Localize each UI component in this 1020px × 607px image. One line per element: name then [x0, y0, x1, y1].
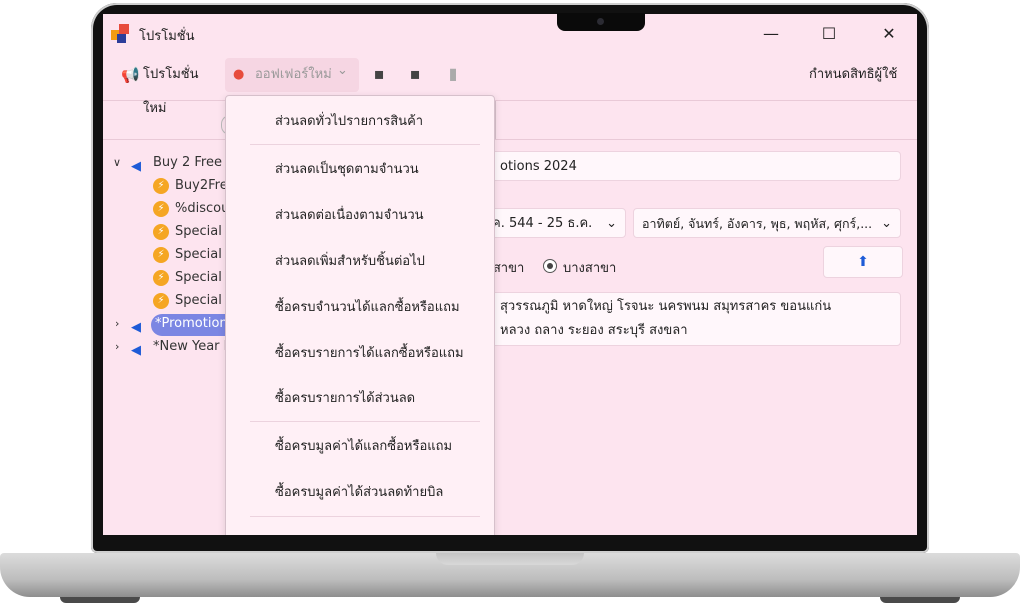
tab-divider — [495, 101, 496, 139]
menu-item-tiered-discount[interactable]: ส่วนลดต่อเนื่องตามจำนวน — [226, 194, 494, 238]
branch-list-box: สุวรรณภูมิ หาดใหญ่ โรจนะ นครพนม สมุทรสาค… — [481, 292, 901, 346]
maximize-button[interactable]: ☐ — [809, 20, 849, 48]
minimize-button[interactable]: — — [751, 20, 791, 48]
branch-some-label[interactable]: บางสาขา — [563, 257, 616, 278]
lightning-icon: ⚡ — [153, 293, 169, 309]
date-range-select[interactable]: ค. 544 - 25 ธ.ค. ⌄ — [481, 208, 626, 238]
lightning-icon: ⚡ — [153, 201, 169, 217]
menu-separator — [250, 421, 480, 422]
menu-item-qty-gift[interactable]: ซื้อครบจำนวนได้แลกซื้อหรือแถม — [226, 286, 494, 330]
date-range-value: ค. 544 - 25 ธ.ค. — [492, 216, 593, 231]
trash-icon[interactable]: ▮ — [444, 65, 462, 83]
chevron-right-icon[interactable]: › — [115, 336, 127, 358]
megaphone-icon: ◀ — [131, 159, 141, 174]
branch-list-line-2: หลวง ถลาง ระยอง สระบุรี สงขลา — [500, 323, 688, 338]
toolbar: 📢 โปรโมชั่นใหม่ ● ออฟเฟอร์ใหม่ ⌄ ▪ ▪ ▮ ก… — [103, 54, 917, 116]
megaphone-icon: ◀ — [131, 343, 141, 358]
chevron-right-icon[interactable]: › — [115, 313, 127, 335]
menu-item-value-bill-discount[interactable]: ซื้อครบมูลค่าได้ส่วนลดท้ายบิล — [226, 471, 494, 515]
branch-some-radio[interactable] — [543, 259, 557, 273]
menu-item-items-discount[interactable]: ซื้อครบรายการได้ส่วนลด — [226, 377, 494, 421]
save-icon[interactable]: ▪ — [370, 65, 388, 83]
laptop-base-notch — [436, 553, 584, 565]
save-as-icon[interactable]: ▪ — [406, 65, 424, 83]
window-title: โปรโมชั่น — [139, 29, 195, 44]
megaphone-icon: ◀ — [131, 320, 141, 335]
menu-item-next-item-discount[interactable]: ส่วนลดเพิ่มสำหรับชิ้นต่อไป — [226, 240, 494, 284]
new-offer-button[interactable]: ● ออฟเฟอร์ใหม่ ⌄ — [225, 58, 359, 92]
menu-separator — [250, 144, 480, 145]
lightning-icon: ⚡ — [153, 247, 169, 263]
new-offer-label: ออฟเฟอร์ใหม่ — [255, 67, 332, 82]
menu-item-set-discount[interactable]: ส่วนลดเป็นชุดตามจำนวน — [226, 148, 494, 192]
chevron-down-icon: ⌄ — [877, 209, 892, 237]
lightning-icon: ⚡ — [153, 270, 169, 286]
close-button[interactable]: ✕ — [869, 20, 909, 48]
menu-item-items-gift[interactable]: ซื้อครบรายการได้แลกซื้อหรือแถม — [226, 332, 494, 376]
app-window: โปรโมชั่น — ☐ ✕ 📢 โปรโมชั่นใหม่ ● ออฟเฟอ… — [103, 14, 917, 535]
laptop-base — [0, 553, 1020, 597]
branch-list-line-1: สุวรรณภูมิ หาดใหญ่ โรจนะ นครพนม สมุทรสาค… — [500, 299, 832, 314]
menu-item-general-discount[interactable]: ส่วนลดทั่วไปรายการสินค้า — [226, 100, 494, 144]
megaphone-icon: 📢 — [121, 66, 140, 84]
tree-item-label: %discou — [175, 201, 230, 216]
tree-item-label: Buy 2 Free 1 — [153, 155, 235, 170]
chevron-down-icon: ⌄ — [606, 216, 617, 231]
menu-separator — [250, 516, 480, 517]
tree-item-label: *New Year P — [153, 339, 232, 354]
permissions-button[interactable]: กำหนดสิทธิผู้ใช้ — [809, 58, 905, 92]
chevron-down-icon[interactable]: ∨ — [113, 152, 125, 174]
arrow-up-icon[interactable]: ⬆ — [823, 246, 903, 278]
days-select[interactable]: อาทิตย์, จันทร์, อังคาร, พุธ, พฤหัส, ศุก… — [633, 208, 901, 238]
new-promotion-button[interactable]: 📢 โปรโมชั่นใหม่ — [121, 58, 217, 116]
new-offer-menu: ส่วนลดทั่วไปรายการสินค้า ส่วนลดเป็นชุดตา… — [225, 95, 495, 535]
laptop-foot-left — [60, 597, 140, 603]
camera-notch — [557, 13, 645, 31]
promotion-name-field[interactable]: otions 2024 — [481, 151, 901, 181]
menu-item-value-gift[interactable]: ซื้อครบมูลค่าได้แลกซื้อหรือแถม — [226, 425, 494, 469]
lightning-icon: ⚡ — [153, 178, 169, 194]
title-bar: โปรโมชั่น — ☐ ✕ — [103, 14, 917, 54]
chevron-down-icon: ⌄ — [337, 63, 348, 78]
offer-balloon-icon: ● — [233, 67, 245, 82]
laptop-foot-right — [880, 597, 960, 603]
lightning-icon: ⚡ — [153, 224, 169, 240]
tree-item-label: *Promotion — [155, 316, 228, 331]
camera-icon — [597, 18, 604, 25]
days-value: อาทิตย์, จันทร์, อังคาร, พุธ, พฤหัส, ศุก… — [642, 216, 873, 231]
app-logo-icon — [111, 24, 131, 44]
